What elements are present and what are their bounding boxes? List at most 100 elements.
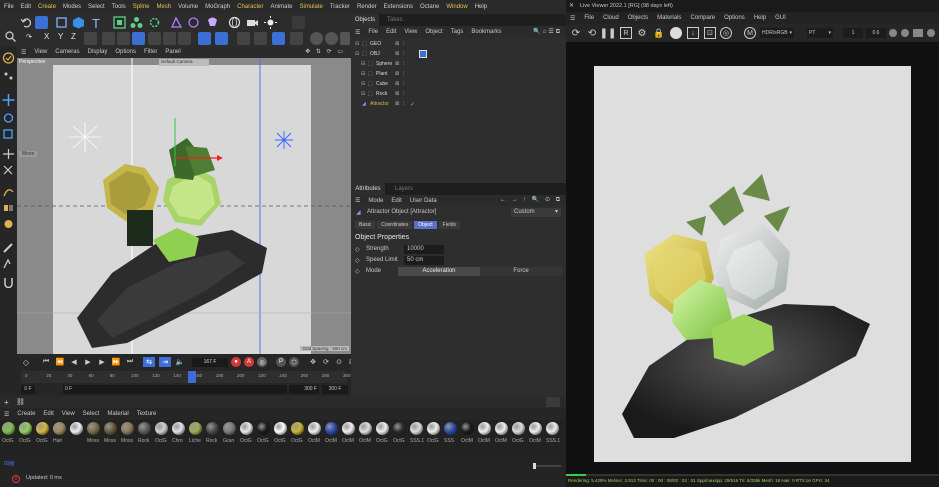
refresh-icon[interactable]: ⟳ <box>570 27 582 39</box>
objects-menu-file[interactable]: File <box>368 29 378 35</box>
main-menu-item-help[interactable]: Help <box>475 4 487 10</box>
render-view-icon[interactable] <box>102 32 115 45</box>
record-param-icon[interactable]: ⬡ <box>289 357 299 367</box>
material-swatch[interactable] <box>495 422 508 435</box>
objects-menu-view[interactable]: View <box>404 29 417 35</box>
lock-icon[interactable]: 🔒 <box>653 27 665 39</box>
environment-sphere-icon[interactable] <box>228 16 241 29</box>
snap-settings-icon[interactable] <box>215 32 228 45</box>
material-swatch[interactable] <box>155 422 168 435</box>
main-menu-item-render[interactable]: Render <box>357 4 377 10</box>
sound-icon[interactable]: 🔈 <box>175 357 185 367</box>
pause-icon[interactable]: ❚❚ <box>600 27 617 39</box>
cube-icon[interactable] <box>55 16 68 29</box>
record-position-icon[interactable]: P <box>276 357 286 367</box>
primitive-cube-icon[interactable] <box>72 16 85 29</box>
live-selection-icon[interactable] <box>2 164 15 176</box>
close-icon[interactable]: ✕ <box>569 2 574 9</box>
main-menu-item-file[interactable]: File <box>4 4 14 10</box>
brush-tool-icon[interactable] <box>292 16 305 29</box>
material-swatch[interactable] <box>427 422 440 435</box>
main-menu-item-character[interactable]: Character <box>237 4 263 10</box>
edit-render-icon[interactable] <box>178 32 191 45</box>
settings-gear-icon[interactable]: ⚙ <box>636 27 648 39</box>
pick-object-icon[interactable]: ◎ <box>720 27 732 39</box>
speed-limit-input[interactable]: 50 cm <box>404 256 444 265</box>
info-icon[interactable] <box>927 29 935 37</box>
camera-icon[interactable] <box>246 16 259 29</box>
keyframe-selection-icon[interactable]: ◎ <box>257 357 267 367</box>
viewport-menu-view[interactable]: View <box>34 49 47 55</box>
visibility-icon[interactable]: ⊠ <box>395 81 399 87</box>
material-swatch[interactable] <box>376 422 389 435</box>
material-swatch[interactable] <box>359 422 372 435</box>
mode-keyframe-icon[interactable]: ◇ <box>355 268 360 275</box>
visibility-icon[interactable]: ⊠ <box>395 101 399 107</box>
preset-dropdown[interactable]: Custom ▾ <box>511 208 561 217</box>
max-frame-field[interactable]: 300 F <box>322 385 348 394</box>
object-row-plant[interactable]: ⊟ ⬚ Plant ⊠ ⁝ <box>351 69 566 79</box>
material-menu-material[interactable]: Material <box>107 411 128 417</box>
octane-live-viewer-icon[interactable] <box>325 32 338 45</box>
tab-objects[interactable]: Objects <box>351 14 379 26</box>
loop-icon[interactable]: ⇆ <box>143 357 155 367</box>
motion-rotate-icon[interactable]: ⟳ <box>321 357 331 367</box>
object-row-cube[interactable]: ⊟ ⬚ Cube ⊠ ⁝ <box>351 79 566 89</box>
mode-acceleration-button[interactable]: Acceleration <box>398 267 480 276</box>
subtab-object[interactable]: Object <box>414 221 437 229</box>
material-menu-select[interactable]: Select <box>83 411 100 417</box>
workplane-icon[interactable] <box>254 32 267 45</box>
spline-pen-icon[interactable] <box>2 258 15 270</box>
objects-menu-tags[interactable]: Tags <box>451 29 464 35</box>
main-menu-item-window[interactable]: Window <box>446 4 467 10</box>
lv-menu-options[interactable]: Options <box>724 15 745 21</box>
material-menu-view[interactable]: View <box>62 411 75 417</box>
material-menu-texture[interactable]: Texture <box>137 411 157 417</box>
layer-dots-icon[interactable]: ⁝ <box>403 81 405 87</box>
mograph-cloner-icon[interactable] <box>113 16 126 29</box>
preview-range-icon[interactable]: ⇥ <box>159 357 171 367</box>
mode-force-button[interactable]: Force <box>480 267 562 276</box>
objects-menu-edit[interactable]: Edit <box>386 29 396 35</box>
coordinate-system-icon[interactable] <box>84 32 97 45</box>
layer-dots-icon[interactable]: ⁝ <box>403 41 405 47</box>
lv-menu-cloud[interactable]: Cloud <box>603 15 619 21</box>
layer-dots-icon[interactable]: ⁝ <box>403 71 405 77</box>
axis-z-label[interactable]: Z <box>71 32 76 41</box>
min-frame-field[interactable]: 0 F <box>63 385 287 394</box>
material-swatch[interactable] <box>172 422 185 435</box>
lv-menu-help[interactable]: Help <box>754 15 766 21</box>
live-viewer-canvas[interactable] <box>566 42 939 474</box>
main-menu-item-mograph[interactable]: MoGraph <box>205 4 230 10</box>
layer-dots-icon[interactable]: ⁝ <box>403 91 405 97</box>
clay-mode-icon[interactable] <box>670 27 682 39</box>
undo-icon[interactable] <box>20 16 33 29</box>
material-swatch[interactable] <box>138 422 151 435</box>
link-icon[interactable]: ⛓ <box>16 398 25 406</box>
quantize-icon[interactable] <box>290 32 303 45</box>
main-menu-item-mesh[interactable]: Mesh <box>156 4 171 10</box>
lv-menu-objects[interactable]: Objects <box>628 15 648 21</box>
visibility-icon[interactable]: ⊠ <box>395 41 399 47</box>
attributes-menu-icon[interactable]: ☰ <box>355 197 360 204</box>
go-to-end-icon[interactable]: ⏭ <box>125 357 135 367</box>
zoom-icon[interactable] <box>889 29 897 37</box>
rotate-tool-icon[interactable] <box>2 112 15 124</box>
grid-view-icon[interactable]: ⊞▤ <box>4 460 15 467</box>
lv-menu-materials[interactable]: Materials <box>657 15 681 21</box>
octane-tag-icon[interactable] <box>419 50 427 58</box>
main-menu-item-create[interactable]: Create <box>38 4 56 10</box>
viewport-menu-cameras[interactable]: Cameras <box>55 49 79 55</box>
main-menu-item-tools[interactable]: Tools <box>112 4 126 10</box>
objects-menu-icon[interactable]: ☰ <box>355 29 360 36</box>
deformer-icon[interactable] <box>170 16 183 29</box>
attributes-menu-mode[interactable]: Mode <box>368 198 383 204</box>
grid-snap-icon[interactable] <box>237 32 250 45</box>
previous-frame-icon[interactable]: ◀ <box>69 357 79 367</box>
main-menu-item-tracker[interactable]: Tracker <box>330 4 350 10</box>
material-swatch[interactable] <box>444 422 457 435</box>
main-menu-item-select[interactable]: Select <box>88 4 105 10</box>
snap-icon[interactable] <box>198 32 211 45</box>
fit-icon[interactable] <box>901 29 909 37</box>
main-menu-item-octane[interactable]: Octane <box>420 4 439 10</box>
